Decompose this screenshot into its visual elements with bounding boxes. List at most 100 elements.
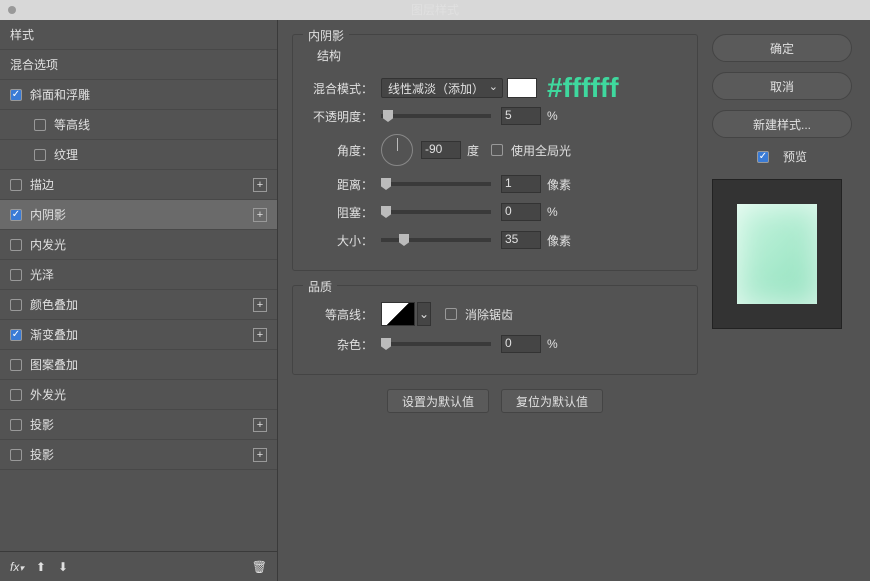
style-checkbox[interactable] [10,89,22,101]
distance-input[interactable]: 1 [501,175,541,193]
styles-sidebar: 样式 混合选项 斜面和浮雕等高线纹理描边+内阴影 + 内发光光泽颜色叠加 + 渐变叠加 +… [0,20,278,581]
add-effect-icon[interactable]: + [253,208,267,222]
cancel-button[interactable]: 取消 [712,72,852,100]
preview-swatch [737,204,817,304]
ok-button[interactable]: 确定 [712,34,852,62]
antialias-checkbox[interactable] [445,308,457,320]
contour-picker[interactable] [381,302,415,326]
sidebar-header-styles[interactable]: 样式 [0,20,277,50]
contour-label: 等高线： [307,306,381,323]
sidebar-item-7[interactable]: 颜色叠加 + [0,290,277,320]
sidebar-item-6[interactable]: 光泽 [0,260,277,290]
style-checkbox[interactable] [10,209,22,221]
noise-label: 杂色： [307,336,381,353]
sidebar-footer: fx▾ ⬆ ⬇ 🗑 [0,551,277,581]
style-checkbox[interactable] [10,359,22,371]
size-slider[interactable] [381,238,491,242]
antialias-label: 消除锯齿 [465,306,513,323]
noise-input[interactable]: 0 [501,335,541,353]
distance-slider[interactable] [381,182,491,186]
style-checkbox[interactable] [34,149,46,161]
style-label: 光泽 [30,260,54,290]
preview-checkbox[interactable] [757,151,769,163]
style-checkbox[interactable] [34,119,46,131]
titlebar: 图层样式 [0,0,870,20]
sidebar-item-11[interactable]: 投影 + [0,410,277,440]
add-effect-icon[interactable]: + [253,298,267,312]
preview-label: 预览 [783,148,807,165]
add-effect-icon[interactable]: + [253,178,267,192]
size-input[interactable]: 35 [501,231,541,249]
sidebar-item-3[interactable]: 描边+ [0,170,277,200]
style-checkbox[interactable] [10,389,22,401]
opacity-label: 不透明度： [307,108,381,125]
choke-unit: % [547,205,558,219]
style-checkbox[interactable] [10,299,22,311]
fx-menu[interactable]: fx▾ [10,560,24,574]
panel-title: 内阴影 [303,27,349,44]
noise-unit: % [547,337,558,351]
structure-fieldset: 内阴影 结构 混合模式： 线性减淡（添加） #ffffff 不透明度： 5 % … [292,34,698,271]
sidebar-item-8[interactable]: 渐变叠加 + [0,320,277,350]
style-label: 渐变叠加 [30,320,78,350]
global-light-label: 使用全局光 [511,142,571,159]
style-checkbox[interactable] [10,449,22,461]
style-checkbox[interactable] [10,419,22,431]
distance-unit: 像素 [547,176,571,193]
choke-input[interactable]: 0 [501,203,541,221]
move-up-icon[interactable]: ⬆ [36,560,46,574]
sidebar-item-4[interactable]: 内阴影 + [0,200,277,230]
noise-slider[interactable] [381,342,491,346]
reset-default-button[interactable]: 复位为默认值 [501,389,603,413]
sidebar-header-blend[interactable]: 混合选项 [0,50,277,80]
style-label: 外发光 [30,380,66,410]
style-checkbox[interactable] [10,269,22,281]
choke-label: 阻塞： [307,204,381,221]
add-effect-icon[interactable]: + [253,328,267,342]
style-label: 斜面和浮雕 [30,80,90,110]
quality-label: 品质 [303,278,337,295]
choke-slider[interactable] [381,210,491,214]
trash-icon[interactable]: 🗑 [252,560,267,574]
style-list: 样式 混合选项 斜面和浮雕等高线纹理描边+内阴影 + 内发光光泽颜色叠加 + 渐变叠加 +… [0,20,277,551]
opacity-input[interactable]: 5 [501,107,541,125]
distance-label: 距离： [307,176,381,193]
style-checkbox[interactable] [10,179,22,191]
sidebar-item-1[interactable]: 等高线 [0,110,277,140]
style-label: 颜色叠加 [30,290,78,320]
style-label: 内发光 [30,230,66,260]
style-label: 投影 [30,410,54,440]
sidebar-item-10[interactable]: 外发光 [0,380,277,410]
size-label: 大小： [307,232,381,249]
angle-unit: 度 [467,142,479,159]
sidebar-item-2[interactable]: 纹理 [0,140,277,170]
opacity-unit: % [547,109,558,123]
new-style-button[interactable]: 新建样式... [712,110,852,138]
quality-fieldset: 品质 等高线： ⌄ 消除锯齿 杂色： 0 % [292,285,698,375]
style-checkbox[interactable] [10,239,22,251]
add-effect-icon[interactable]: + [253,418,267,432]
style-checkbox[interactable] [10,329,22,341]
angle-dial[interactable] [381,134,413,166]
window-control-icon[interactable] [8,6,16,14]
sidebar-item-9[interactable]: 图案叠加 [0,350,277,380]
structure-label: 结构 [307,47,683,64]
style-label: 等高线 [54,110,90,140]
make-default-button[interactable]: 设置为默认值 [387,389,489,413]
blend-mode-label: 混合模式： [307,80,381,97]
size-unit: 像素 [547,232,571,249]
global-light-checkbox[interactable] [491,144,503,156]
add-effect-icon[interactable]: + [253,448,267,462]
sidebar-item-12[interactable]: 投影+ [0,440,277,470]
color-swatch[interactable] [507,78,537,98]
style-label: 图案叠加 [30,350,78,380]
sidebar-item-0[interactable]: 斜面和浮雕 [0,80,277,110]
move-down-icon[interactable]: ⬇ [58,560,68,574]
opacity-slider[interactable] [381,114,491,118]
contour-dropdown[interactable]: ⌄ [417,302,431,326]
style-label: 纹理 [54,140,78,170]
blend-mode-select[interactable]: 线性减淡（添加） [381,78,503,98]
sidebar-item-5[interactable]: 内发光 [0,230,277,260]
style-label: 内阴影 [30,200,66,230]
angle-input[interactable]: -90 [421,141,461,159]
